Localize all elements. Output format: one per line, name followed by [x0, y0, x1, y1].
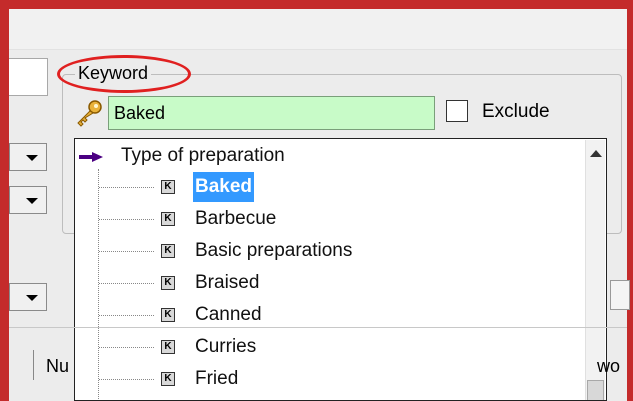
tree-item[interactable]: K Barbecue: [75, 204, 585, 234]
tree-root-row[interactable]: Type of preparation: [75, 141, 585, 171]
keyword-tree-dropdown[interactable]: Type of preparation K Baked K Barbecue K…: [74, 138, 607, 401]
tree-item[interactable]: K Curries: [75, 332, 585, 362]
combo-dropdown-button-2[interactable]: [9, 186, 47, 214]
tree-item[interactable]: K Basic preparations: [75, 236, 585, 266]
header-band: [9, 9, 627, 50]
keyword-badge-icon: K: [161, 244, 175, 258]
tree-item-label: Fried: [195, 368, 239, 389]
tree-item[interactable]: K Baked: [75, 172, 585, 202]
keyword-input[interactable]: Baked: [108, 96, 435, 130]
tree-branch-line: [99, 379, 154, 380]
keyword-badge-icon: K: [161, 372, 175, 386]
tree-item-label: Braised: [195, 272, 260, 293]
annotation-ellipse: [57, 55, 191, 93]
keyword-badge-icon: K: [161, 308, 175, 322]
tree-item-label: Basic preparations: [195, 240, 353, 261]
arrow-right-icon: [79, 152, 103, 162]
tree-item-label: Curries: [195, 336, 257, 357]
tree-branch-line: [99, 251, 154, 252]
tree-branch-line: [99, 283, 154, 284]
exclude-label[interactable]: Exclude: [482, 101, 550, 123]
keyword-badge-icon: K: [161, 212, 175, 226]
tree-item-label: Canned: [195, 304, 262, 325]
tree-branch-line: [99, 347, 154, 348]
column-separator[interactable]: [33, 350, 34, 380]
keyword-badge-icon: K: [161, 276, 175, 290]
divider: [9, 327, 627, 328]
chevron-down-icon: [26, 155, 38, 161]
tree-branch-line: [99, 219, 154, 220]
tree-item[interactable]: K Canned: [75, 300, 585, 330]
column-header-left[interactable]: Nu: [46, 356, 69, 377]
keyword-badge-icon: K: [161, 180, 175, 194]
key-icon[interactable]: [73, 98, 105, 130]
tree-item[interactable]: K Braised: [75, 268, 585, 298]
tree-branch-line: [99, 315, 154, 316]
tree-root-label: Type of preparation: [121, 145, 285, 166]
chevron-down-icon: [26, 198, 38, 204]
scroll-up-arrow-icon[interactable]: [590, 150, 602, 157]
tree-item-label-selected: Baked: [193, 172, 255, 202]
left-text-field[interactable]: [9, 58, 48, 96]
tree-item-label: Barbecue: [195, 208, 277, 229]
keyword-badge-icon: K: [161, 340, 175, 354]
column-header-right[interactable]: wo: [597, 356, 620, 377]
combo-dropdown-button-1[interactable]: [9, 143, 47, 171]
side-button[interactable]: [610, 280, 630, 310]
tree-item[interactable]: K Fried: [75, 364, 585, 394]
chevron-down-icon: [26, 295, 38, 301]
scroll-thumb[interactable]: [587, 380, 604, 400]
combo-dropdown-button-3[interactable]: [9, 283, 47, 311]
tree-branch-line: [99, 187, 154, 188]
exclude-checkbox[interactable]: [446, 100, 468, 122]
